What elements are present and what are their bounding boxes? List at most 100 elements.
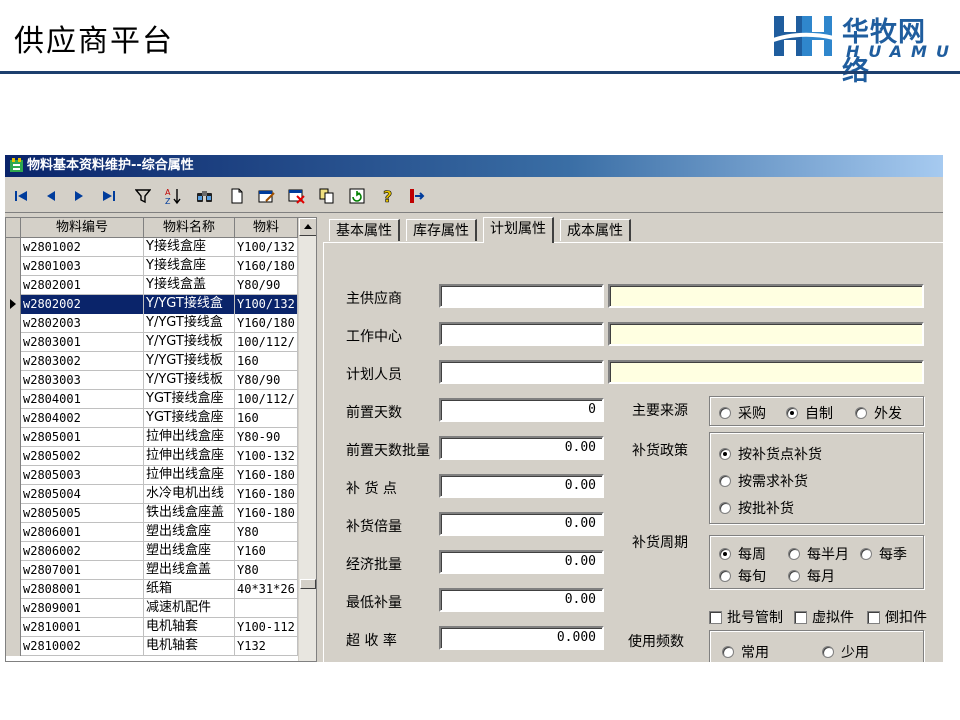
material-spec-cell[interactable]: Y160-180 — [235, 504, 298, 523]
column-header-code[interactable]: 物料编号 — [21, 218, 144, 238]
material-name-cell[interactable]: 塑出线盒座 — [144, 523, 235, 542]
material-code-cell[interactable]: w2805001 — [21, 428, 144, 447]
material-code-cell[interactable]: w2808001 — [21, 580, 144, 599]
table-row[interactable]: w2804001 YGT接线盒座 100/112/ — [6, 390, 298, 409]
table-row[interactable]: w2806001 塑出线盒座 Y80 — [6, 523, 298, 542]
material-code-cell[interactable]: w2806001 — [21, 523, 144, 542]
source-radio-self-made[interactable]: 自制 — [786, 403, 833, 423]
table-row[interactable]: w2802001 Y接线盒盖 Y80/90 — [6, 276, 298, 295]
material-code-cell[interactable]: w2805004 — [21, 485, 144, 504]
reorder-point-input[interactable]: 0.00 — [439, 474, 604, 498]
material-name-cell[interactable]: 拉伸出线盒座 — [144, 447, 235, 466]
next-record-icon[interactable] — [67, 184, 91, 208]
new-icon[interactable] — [225, 184, 249, 208]
filter-icon[interactable] — [131, 184, 155, 208]
scroll-thumb[interactable] — [300, 579, 316, 589]
table-row[interactable]: w2806002 塑出线盒座 Y160 — [6, 542, 298, 561]
table-row[interactable]: w2805002 拉伸出线盒座 Y100-132 — [6, 447, 298, 466]
help-icon[interactable]: ? — [377, 184, 401, 208]
material-name-cell[interactable]: Y/YGT接线盒 — [144, 314, 235, 333]
tab-basic[interactable]: 基本属性 — [329, 219, 400, 241]
material-spec-cell[interactable]: Y100-112 — [235, 618, 298, 637]
lead-days-input[interactable]: 0 — [439, 398, 604, 422]
material-name-cell[interactable]: Y接线盒盖 — [144, 276, 235, 295]
policy-radio-batch[interactable]: 按批补货 — [719, 498, 794, 518]
table-row[interactable]: w2803002 Y/YGT接线板 160 — [6, 352, 298, 371]
material-code-cell[interactable]: w2802001 — [21, 276, 144, 295]
material-name-cell[interactable]: 减速机配件 — [144, 599, 235, 618]
min-reorder-input[interactable]: 0.00 — [439, 588, 604, 612]
source-radio-outsource[interactable]: 外发 — [855, 403, 902, 423]
material-name-cell[interactable]: 铁出线盒座盖 — [144, 504, 235, 523]
policy-radio-reorder-point[interactable]: 按补货点补货 — [719, 444, 822, 464]
prev-record-icon[interactable] — [39, 184, 63, 208]
last-record-icon[interactable] — [97, 184, 121, 208]
column-header-name[interactable]: 物料名称 — [144, 218, 235, 238]
material-spec-cell[interactable]: Y132 — [235, 637, 298, 656]
scroll-up-button[interactable] — [299, 218, 316, 236]
material-code-cell[interactable]: w2804002 — [21, 409, 144, 428]
material-spec-cell[interactable]: Y80 — [235, 561, 298, 580]
material-name-cell[interactable]: YGT接线盒座 — [144, 390, 235, 409]
main-supplier-code-input[interactable] — [439, 284, 604, 308]
table-row[interactable]: w2803001 Y/YGT接线板 100/112/ — [6, 333, 298, 352]
exit-icon[interactable] — [405, 184, 429, 208]
lead-days-batch-input[interactable]: 0.00 — [439, 436, 604, 460]
table-row[interactable]: w2805001 拉伸出线盒座 Y80-90 — [6, 428, 298, 447]
material-code-cell[interactable]: w2805002 — [21, 447, 144, 466]
material-spec-cell[interactable]: Y100/132 — [235, 238, 298, 257]
batch-control-checkbox[interactable]: 批号管制 — [709, 607, 783, 627]
material-code-cell[interactable]: w2804001 — [21, 390, 144, 409]
delete-icon[interactable] — [285, 184, 309, 208]
material-name-cell[interactable]: 塑出线盒座 — [144, 542, 235, 561]
material-spec-cell[interactable] — [235, 599, 298, 618]
material-code-cell[interactable]: w2801002 — [21, 238, 144, 257]
policy-radio-demand[interactable]: 按需求补货 — [719, 471, 808, 491]
tab-planning[interactable]: 计划属性 — [483, 217, 554, 243]
material-code-cell[interactable]: w2810001 — [21, 618, 144, 637]
cycle-radio-ten-days[interactable]: 每旬 — [719, 566, 766, 586]
material-name-cell[interactable]: Y接线盒座 — [144, 238, 235, 257]
material-name-cell[interactable]: Y/YGT接线盒 — [144, 295, 235, 314]
material-spec-cell[interactable]: Y100-132 — [235, 447, 298, 466]
material-spec-cell[interactable]: Y80/90 — [235, 276, 298, 295]
material-code-cell[interactable]: w2803002 — [21, 352, 144, 371]
table-row[interactable]: w2803003 Y/YGT接线板 Y80/90 — [6, 371, 298, 390]
material-code-cell[interactable]: w2807001 — [21, 561, 144, 580]
material-name-cell[interactable]: 塑出线盒盖 — [144, 561, 235, 580]
copy-icon[interactable] — [315, 184, 339, 208]
material-spec-cell[interactable]: 100/112/ — [235, 390, 298, 409]
table-row[interactable]: w2801003 Y接线盒座 Y160/180 — [6, 257, 298, 276]
economic-batch-input[interactable]: 0.00 — [439, 550, 604, 574]
material-spec-cell[interactable]: Y100/132 — [235, 295, 298, 314]
material-name-cell[interactable]: Y接线盒座 — [144, 257, 235, 276]
material-code-cell[interactable]: w2801003 — [21, 257, 144, 276]
material-code-cell[interactable]: w2805005 — [21, 504, 144, 523]
material-code-cell[interactable]: w2802003 — [21, 314, 144, 333]
material-code-cell[interactable]: w2806002 — [21, 542, 144, 561]
material-code-cell[interactable]: w2805003 — [21, 466, 144, 485]
material-spec-cell[interactable]: Y80 — [235, 523, 298, 542]
sort-icon[interactable]: AZ — [161, 184, 185, 208]
table-row[interactable]: w2805003 拉伸出线盒座 Y160-180 — [6, 466, 298, 485]
column-header-spec[interactable]: 物料 — [235, 218, 298, 238]
cycle-radio-monthly[interactable]: 每月 — [788, 566, 835, 586]
frequency-radio-common[interactable]: 常用 — [722, 642, 769, 662]
material-code-cell[interactable]: w2809001 — [21, 599, 144, 618]
material-spec-cell[interactable]: 40*31*26 — [235, 580, 298, 599]
grid-vertical-scrollbar[interactable] — [298, 218, 316, 661]
table-row[interactable]: w2808001 纸箱 40*31*26 — [6, 580, 298, 599]
material-spec-cell[interactable]: Y80/90 — [235, 371, 298, 390]
tab-cost[interactable]: 成本属性 — [560, 219, 631, 241]
tab-inventory[interactable]: 库存属性 — [406, 219, 477, 241]
cycle-radio-half-month[interactable]: 每半月 — [788, 544, 849, 564]
material-spec-cell[interactable]: Y160-180 — [235, 466, 298, 485]
table-row[interactable]: w2810001 电机轴套 Y100-112 — [6, 618, 298, 637]
first-record-icon[interactable] — [9, 184, 33, 208]
material-name-cell[interactable]: 拉伸出线盒座 — [144, 466, 235, 485]
find-icon[interactable] — [193, 184, 217, 208]
edit-icon[interactable] — [255, 184, 279, 208]
material-name-cell[interactable]: 纸箱 — [144, 580, 235, 599]
table-row[interactable]: w2802002 Y/YGT接线盒 Y100/132 — [6, 295, 298, 314]
material-code-cell[interactable]: w2803001 — [21, 333, 144, 352]
